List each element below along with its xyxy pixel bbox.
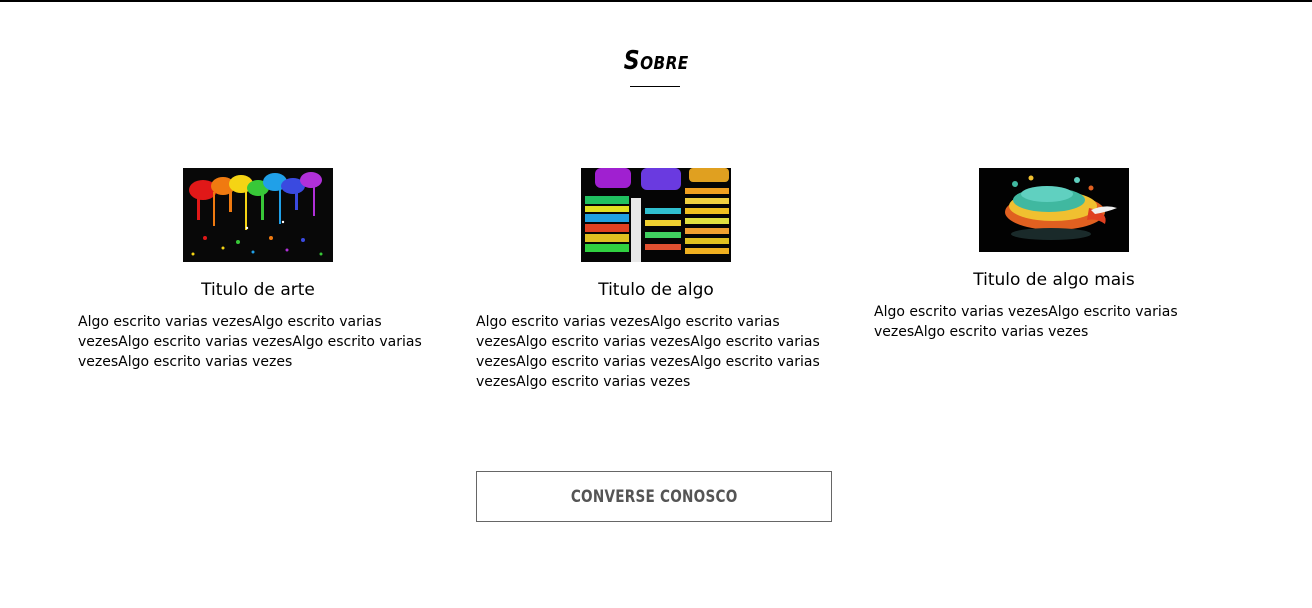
section-heading: Sobre	[0, 46, 1312, 76]
card-algo: Titulo de algo Algo escrito varias vezes…	[476, 168, 836, 392]
top-border-line	[0, 0, 1312, 2]
light-trails-image	[581, 168, 731, 262]
card-title: Titulo de arte	[201, 280, 315, 300]
cta-label: CONVERSE CONOSCO	[570, 486, 738, 507]
paint-splatter-image	[183, 168, 333, 262]
section-title: Sobre	[623, 46, 689, 76]
card-title: Titulo de algo mais	[973, 270, 1135, 290]
card-description: Algo escrito varias vezesAlgo escrito va…	[78, 314, 422, 370]
card-algo-mais: Titulo de algo mais Algo escrito varias …	[874, 168, 1234, 342]
card-arte: Titulo de arte Algo escrito varias vezes…	[78, 168, 438, 372]
section-title-underline	[630, 86, 680, 87]
converse-conosco-button[interactable]: CONVERSE CONOSCO	[476, 471, 832, 522]
paint-splash-cup-image	[979, 168, 1129, 252]
card-description: Algo escrito varias vezesAlgo escrito va…	[874, 304, 1178, 340]
card-description: Algo escrito varias vezesAlgo escrito va…	[476, 314, 820, 390]
card-title: Titulo de algo	[598, 280, 714, 300]
